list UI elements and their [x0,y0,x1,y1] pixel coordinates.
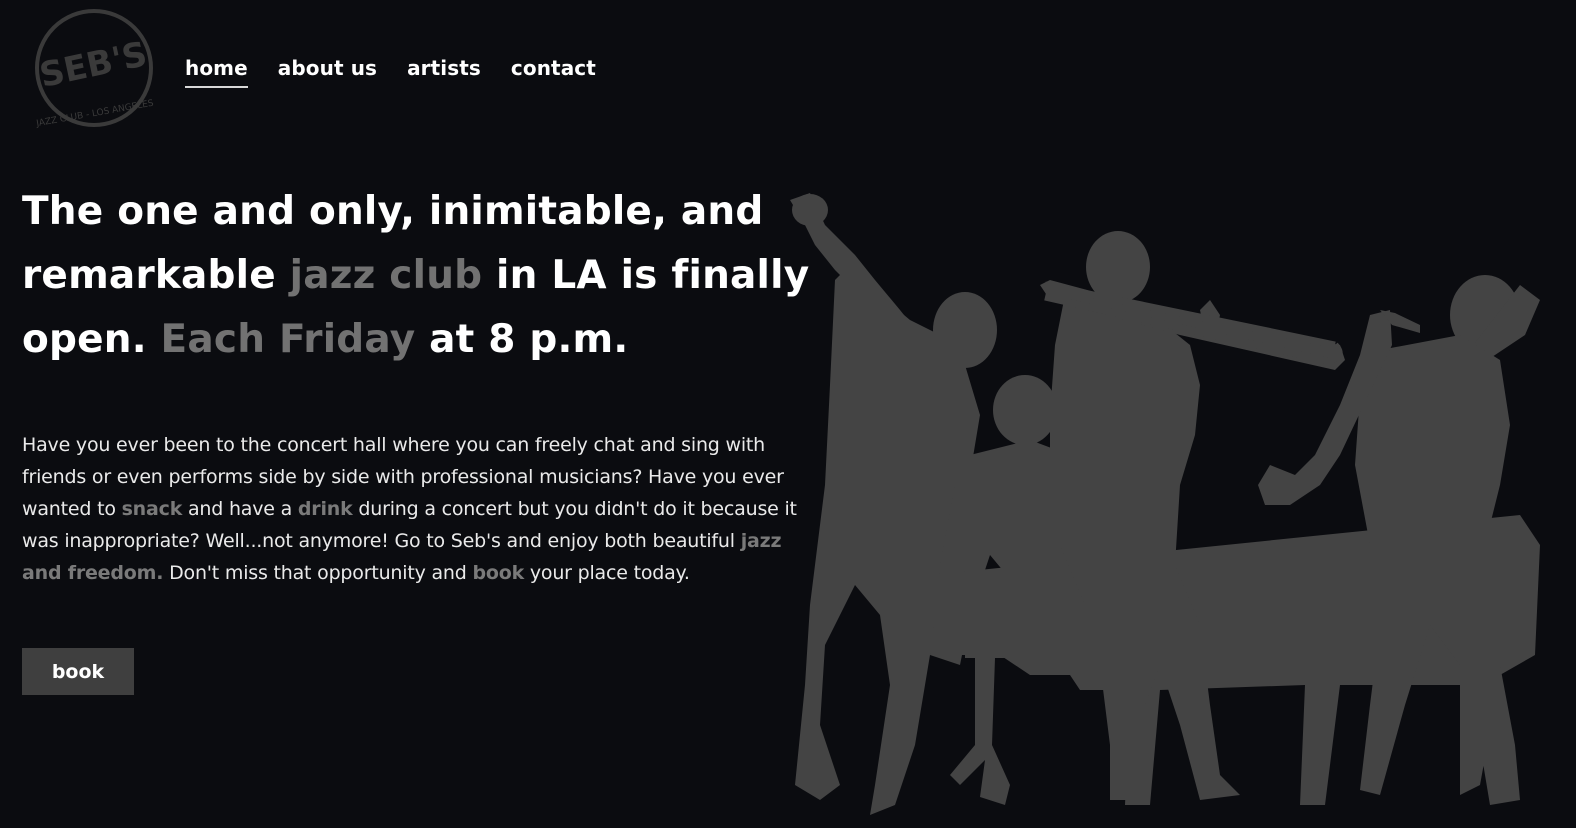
jazz-band-illustration [790,193,1540,815]
desc-emphasis-book: book [472,562,525,584]
headline-highlight-jazz-club: jazz club [289,253,483,298]
nav-home[interactable]: home [185,54,248,88]
desc-emphasis-drink: drink [297,498,353,520]
nav-artists[interactable]: artists [407,54,481,88]
main-nav: home about us artists contact [185,54,596,88]
desc-text-4: Don't miss that opportunity and [163,562,473,584]
desc-emphasis-snack: snack [121,498,183,520]
hero-description: Have you ever been to the concert hall w… [22,429,827,589]
desc-text-5: your place today. [524,562,690,584]
headline-part3: at 8 p.m. [415,317,629,362]
sebs-logo[interactable]: SEB'S JAZZ CLUB - LOS ANGELES [30,4,158,132]
nav-about-us[interactable]: about us [278,54,377,88]
logo-brand-text: SEB'S [36,34,150,96]
book-button[interactable]: book [22,648,134,695]
headline-highlight-each-friday: Each Friday [160,317,416,362]
nav-contact[interactable]: contact [511,54,596,88]
page: SEB'S JAZZ CLUB - LOS ANGELES home about… [0,0,1576,828]
hero-headline: The one and only, inimitable, and remark… [22,180,822,372]
desc-text-2: and have a [182,498,298,520]
